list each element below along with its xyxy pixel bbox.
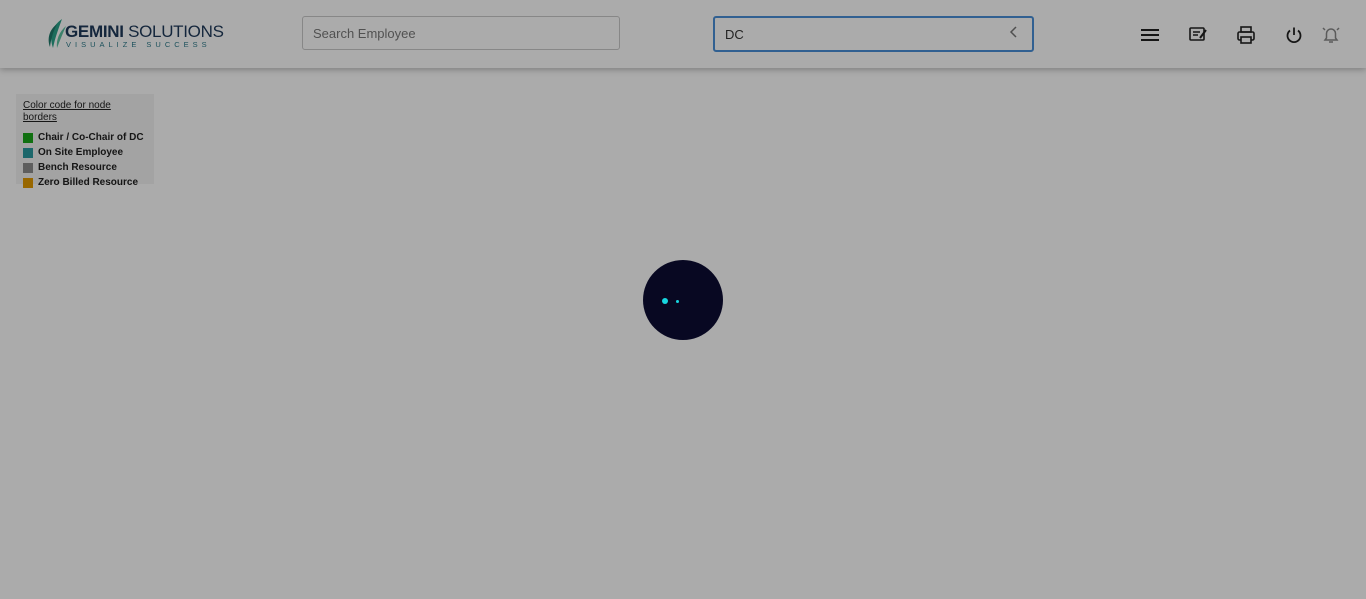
loading-spinner [643, 260, 723, 340]
spinner-dot [662, 298, 668, 304]
spinner-dot [676, 300, 679, 303]
